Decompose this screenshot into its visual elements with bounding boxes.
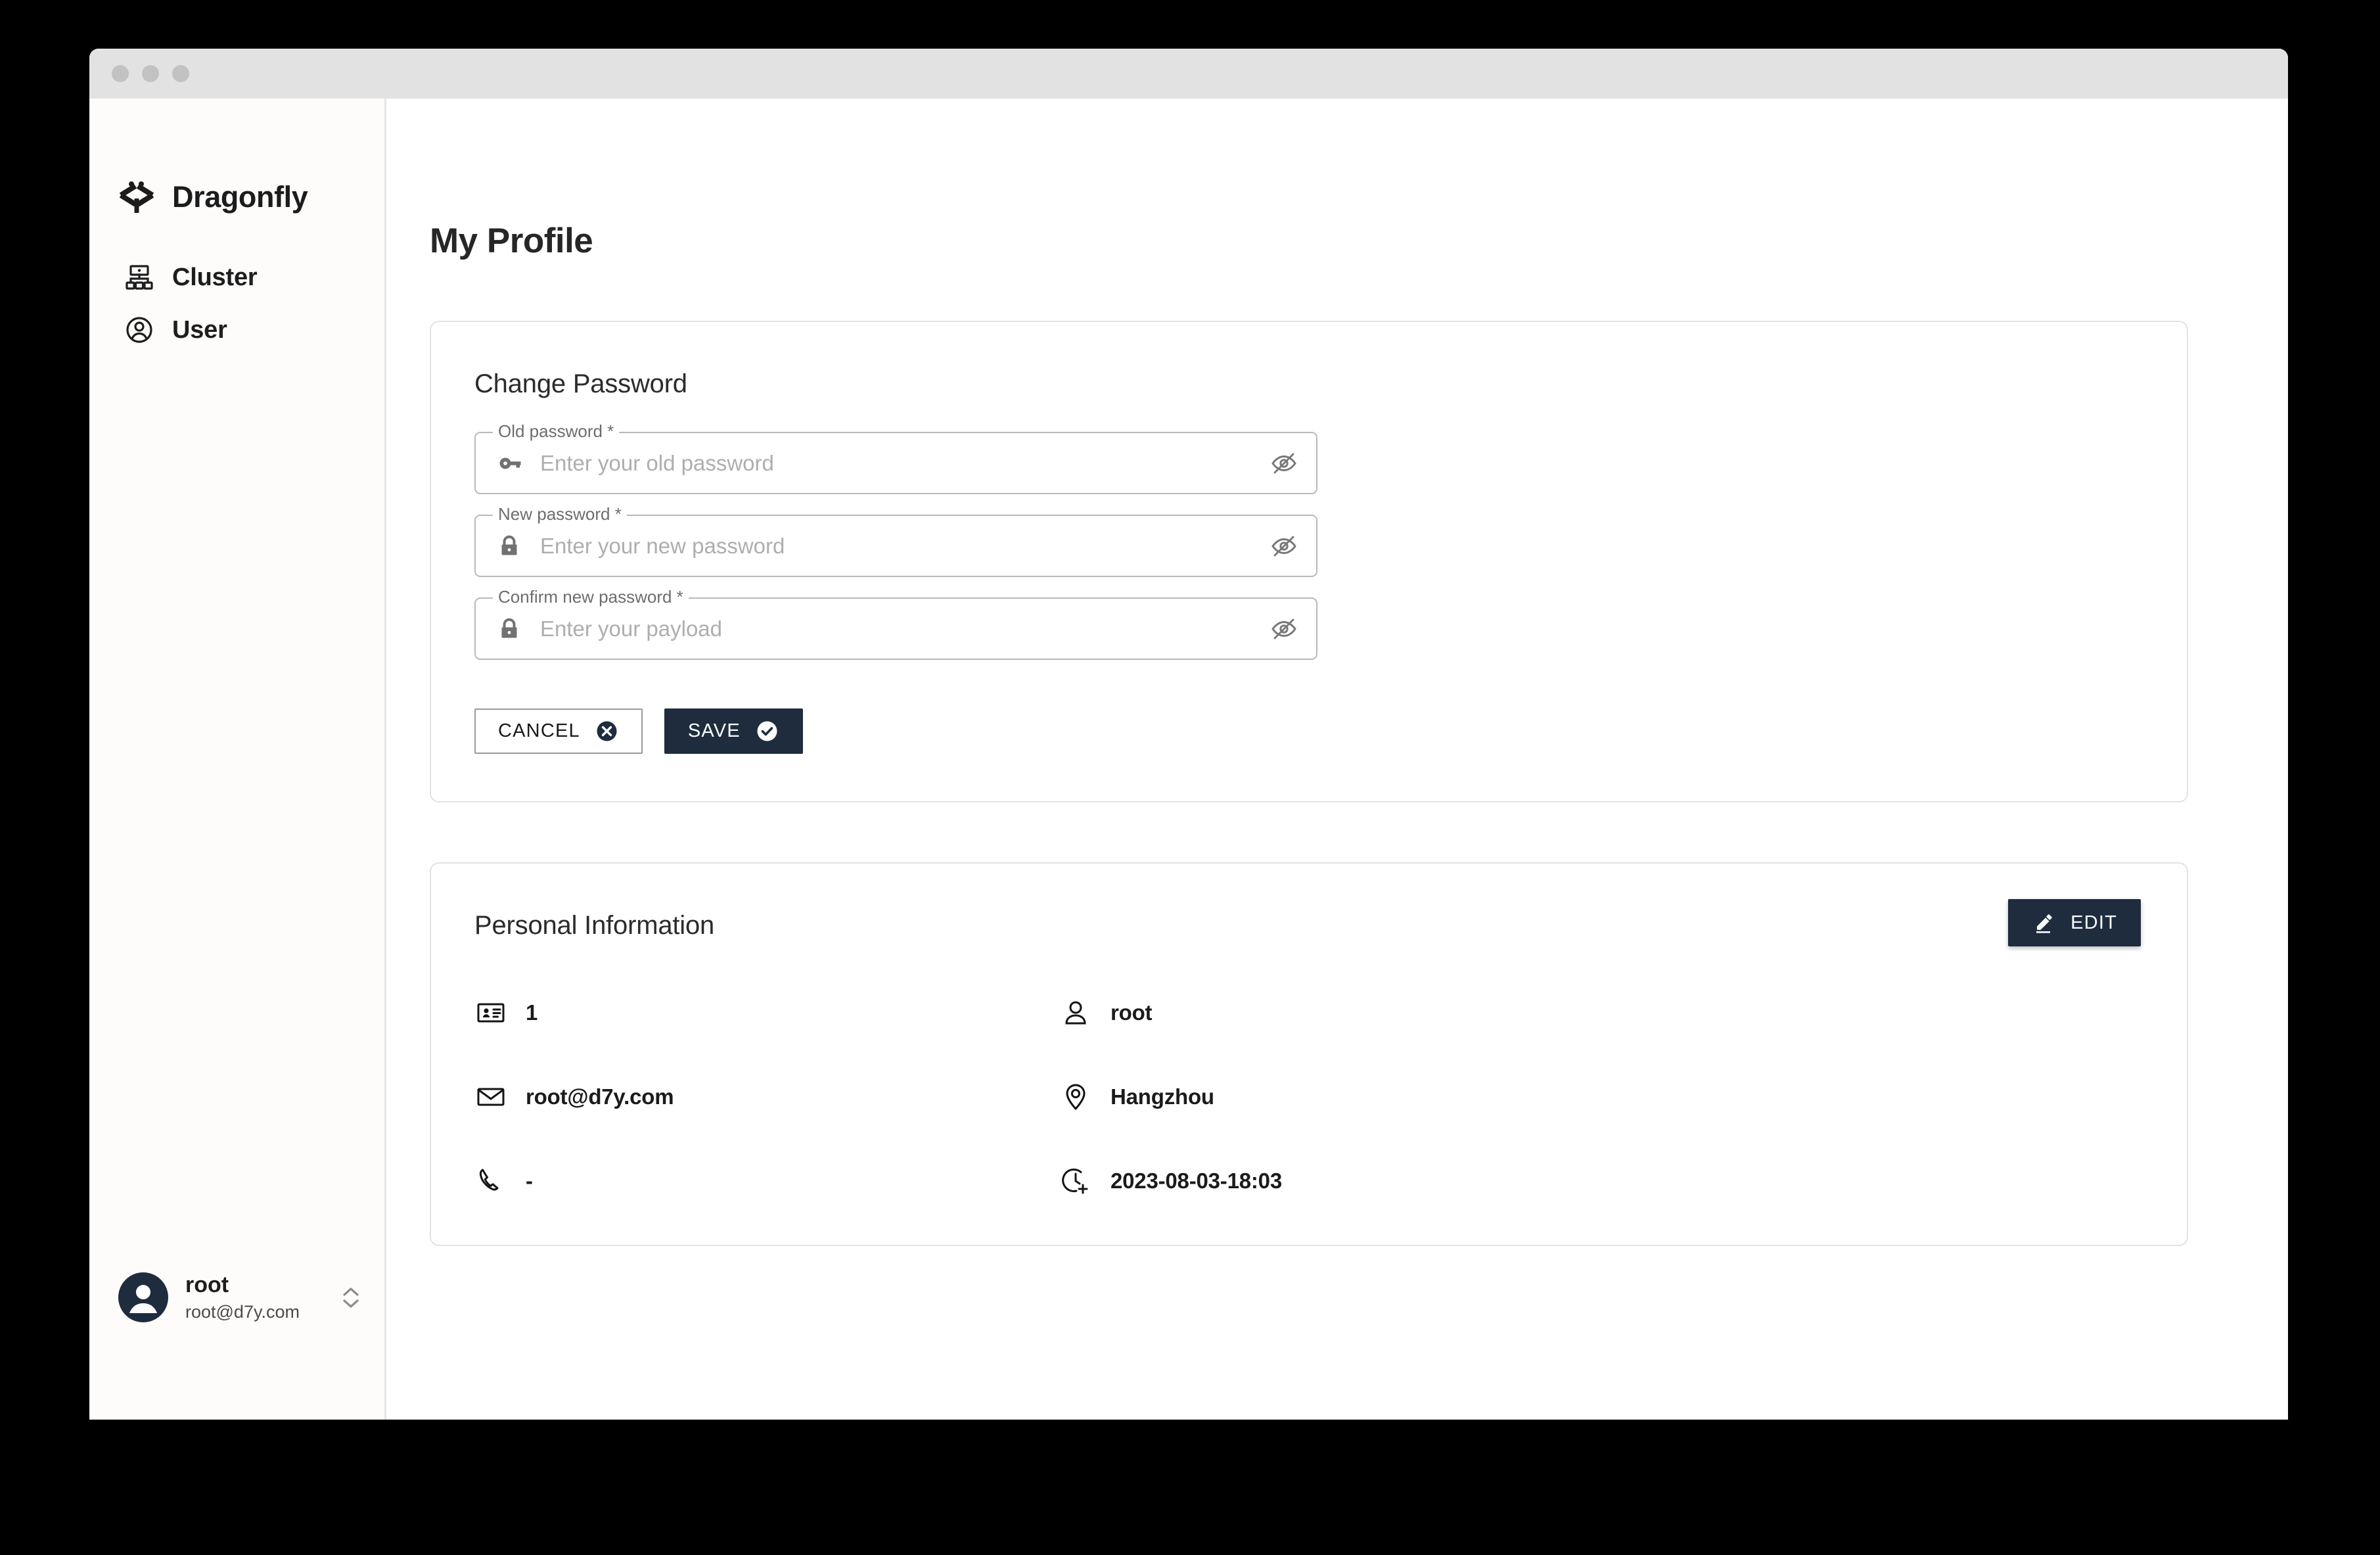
confirm-password-label: Confirm new password * xyxy=(493,587,689,607)
sidebar-item-label: User xyxy=(172,315,227,344)
app-body: Dragonfly Cluster User root root@d7y.com… xyxy=(89,99,2288,1420)
new-password-field: New password * xyxy=(474,504,1317,577)
confirm-password-field: Confirm new password * xyxy=(474,587,1317,660)
browser-window: Dragonfly Cluster User root root@d7y.com… xyxy=(89,49,2288,1420)
person-icon xyxy=(1059,996,1092,1029)
unfold-more-icon[interactable] xyxy=(340,1285,362,1310)
lock-icon xyxy=(495,615,523,643)
sidebar-user-card[interactable]: root root@d7y.com xyxy=(89,1272,384,1322)
edit-button[interactable]: EDIT xyxy=(2008,899,2141,946)
new-password-input[interactable] xyxy=(540,533,1252,559)
sidebar-user-name: root xyxy=(185,1272,229,1297)
info-row-id: 1 xyxy=(474,996,1059,1029)
more-time-icon xyxy=(1059,1165,1092,1197)
info-value: 2023-08-03-18:03 xyxy=(1110,1169,1282,1193)
info-row-phone: - xyxy=(474,1165,1059,1197)
pencil-icon xyxy=(2032,911,2056,935)
old-password-label: Old password * xyxy=(493,421,620,442)
sidebar-item-user[interactable]: User xyxy=(89,304,384,356)
check-circle-icon xyxy=(755,719,779,743)
old-password-input[interactable] xyxy=(540,450,1252,476)
personal-information-card: Personal Information EDIT 1 root root@d7… xyxy=(430,862,2188,1246)
old-password-field: Old password * xyxy=(474,421,1317,494)
change-password-title: Change Password xyxy=(474,369,687,398)
sidebar: Dragonfly Cluster User root root@d7y.com xyxy=(89,99,386,1420)
cancel-circle-icon xyxy=(595,719,619,743)
visibility-off-icon[interactable] xyxy=(1269,448,1299,478)
key-icon xyxy=(495,450,523,477)
visibility-off-icon[interactable] xyxy=(1269,614,1299,644)
info-value: 1 xyxy=(526,1000,538,1025)
personal-information-title: Personal Information xyxy=(474,911,715,940)
cancel-button[interactable]: CANCEL xyxy=(474,708,643,754)
user-circle-icon xyxy=(124,314,155,346)
personal-information-grid: 1 root root@d7y.com Hangzhou - 2023-08-0… xyxy=(474,996,2141,1197)
change-password-card: Change Password Old password * New passw… xyxy=(430,321,2188,802)
sidebar-user-meta: root root@d7y.com xyxy=(185,1272,323,1322)
info-value: root@d7y.com xyxy=(526,1084,674,1109)
sidebar-user-email: root@d7y.com xyxy=(185,1302,300,1322)
save-button[interactable]: SAVE xyxy=(664,708,803,754)
window-titlebar xyxy=(89,49,2288,99)
sidebar-item-cluster[interactable]: Cluster xyxy=(89,251,384,304)
info-row-email: root@d7y.com xyxy=(474,1080,1059,1113)
dragonfly-logo-icon xyxy=(118,179,155,216)
brand-name: Dragonfly xyxy=(172,180,308,214)
avatar xyxy=(118,1272,168,1322)
password-fields: Old password * New password * Confirm ne… xyxy=(474,421,2141,660)
info-value: Hangzhou xyxy=(1110,1084,1214,1109)
cluster-icon xyxy=(124,262,155,293)
confirm-password-input[interactable] xyxy=(540,616,1252,641)
location-pin-icon xyxy=(1059,1080,1092,1113)
new-password-label: New password * xyxy=(493,504,627,524)
info-value: - xyxy=(526,1169,533,1193)
info-row-location: Hangzhou xyxy=(1059,1080,2141,1113)
info-value: root xyxy=(1110,1000,1153,1025)
personal-information-header: Personal Information EDIT xyxy=(474,899,2141,946)
visibility-off-icon[interactable] xyxy=(1269,531,1299,561)
sidebar-item-label: Cluster xyxy=(172,263,258,291)
info-row-created-at: 2023-08-03-18:03 xyxy=(1059,1165,2141,1197)
lock-icon xyxy=(495,532,523,560)
id-badge-icon xyxy=(474,996,507,1029)
close-window-button[interactable] xyxy=(112,65,129,82)
main-content: My Profile Change Password Old password … xyxy=(386,99,2288,1420)
sidebar-nav: Cluster User xyxy=(89,251,384,356)
save-button-label: SAVE xyxy=(687,720,741,741)
maximize-window-button[interactable] xyxy=(172,65,189,82)
cancel-button-label: CANCEL xyxy=(498,720,580,741)
email-icon xyxy=(474,1080,507,1113)
edit-button-label: EDIT xyxy=(2071,912,2117,933)
minimize-window-button[interactable] xyxy=(142,65,159,82)
phone-icon xyxy=(474,1165,507,1197)
page-title: My Profile xyxy=(430,221,593,260)
password-actions: CANCEL SAVE xyxy=(474,708,2141,754)
brand[interactable]: Dragonfly xyxy=(89,99,384,216)
info-row-username: root xyxy=(1059,996,2141,1029)
